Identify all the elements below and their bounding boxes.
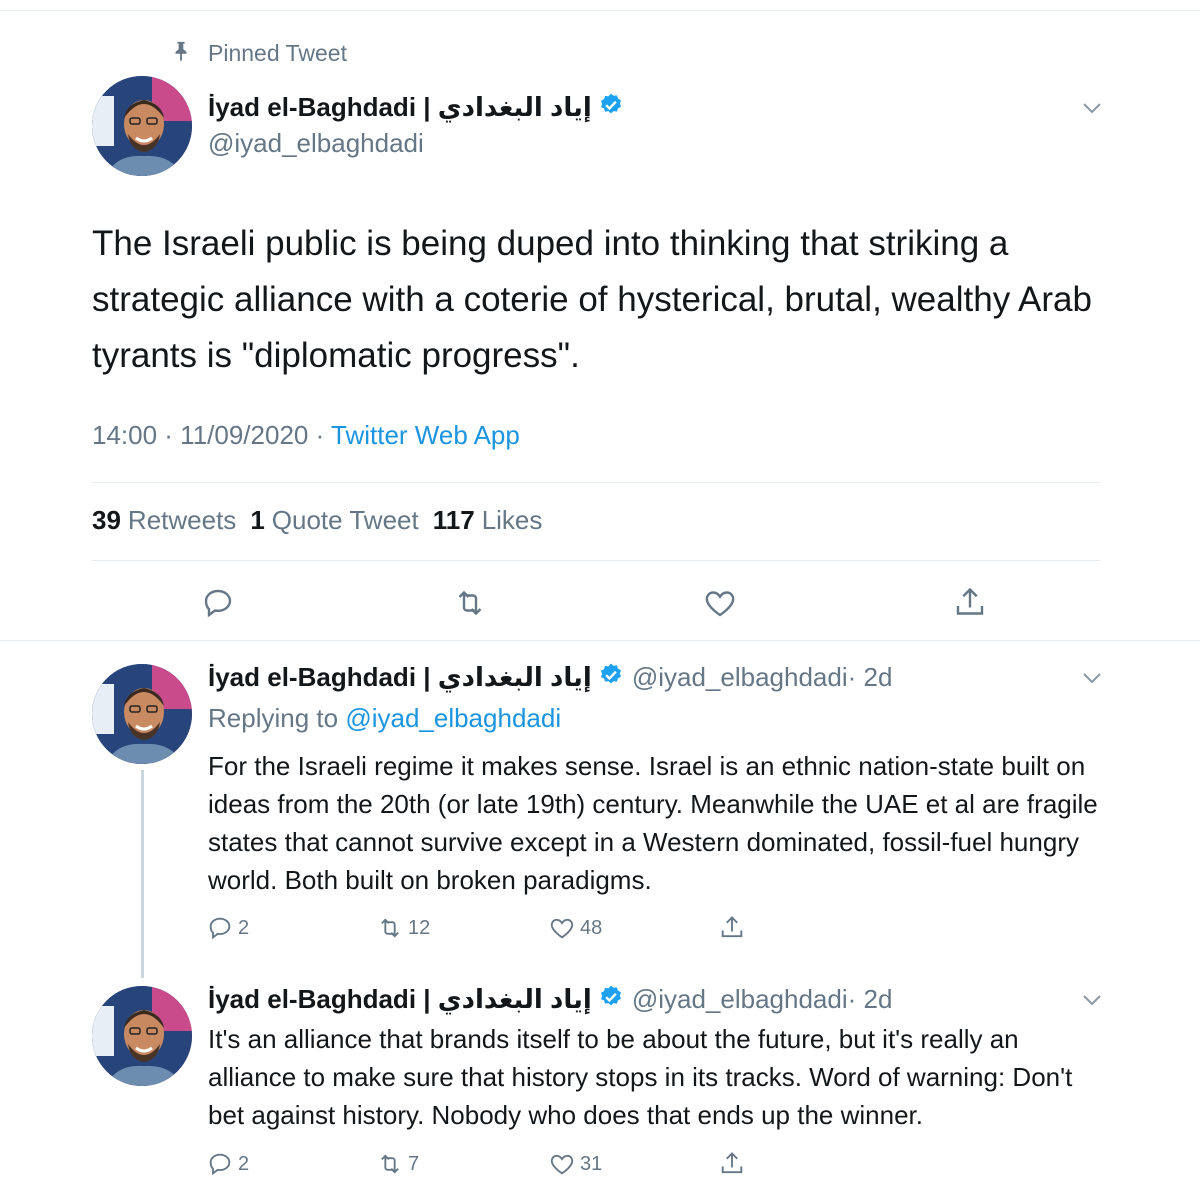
quotes-label: Quote Tweet [271,505,419,535]
author-name[interactable]: İyad el-Baghdadi | إياد البغدادي [208,984,592,1015]
reply-icon [209,1153,231,1176]
heart-icon [550,918,574,939]
quotes-count: 1 [250,505,265,535]
divider [0,640,1200,641]
tweet-age[interactable]: · 2d [848,662,893,693]
like-button[interactable] [702,585,738,621]
divider [92,482,1100,483]
replying-prefix: Replying to [208,703,346,733]
author-handle[interactable]: @iyad_elbaghdadi [632,984,848,1015]
verified-icon [592,92,624,123]
retweet-button[interactable]: 12 [376,914,430,942]
divider [92,560,1100,561]
like-count: 31 [580,1152,603,1175]
share-button[interactable] [952,585,988,621]
avatar[interactable] [92,664,192,764]
chevron-down-icon[interactable] [1080,96,1104,125]
tweet-stats: 39 Retweets 1 Quote Tweet 117 Likes [92,505,542,536]
retweet-count: 7 [408,1152,420,1175]
like-count: 48 [580,916,603,939]
reply-icon [209,917,231,940]
like-button[interactable]: 48 [548,914,602,942]
reply-count: 2 [238,916,250,939]
chevron-down-icon[interactable] [1080,666,1104,695]
retweet-icon [381,1154,399,1174]
share-icon [721,1152,743,1174]
avatar[interactable] [92,986,192,1086]
retweet-button[interactable]: 7 [376,1150,419,1178]
source-link[interactable]: Twitter Web App [331,420,520,450]
likes-stat[interactable]: 117 Likes [433,505,543,536]
quotes-stat[interactable]: 1 Quote Tweet [250,505,418,536]
replying-to-link[interactable]: @iyad_elbaghdadi [345,703,561,733]
retweet-button[interactable] [452,585,488,621]
replying-to: Replying to @iyad_elbaghdadi [208,703,561,734]
retweet-count: 12 [408,916,431,939]
likes-label: Likes [481,505,543,535]
retweets-stat[interactable]: 39 Retweets [92,505,236,536]
heart-icon [705,591,735,617]
reply-button[interactable] [200,585,236,621]
retweets-count: 39 [92,505,121,535]
heart-icon [550,1154,574,1175]
chevron-down-icon[interactable] [1080,988,1104,1017]
author-handle[interactable]: @iyad_elbaghdadi [632,662,848,693]
tweet-text: The Israeli public is being duped into t… [92,224,1092,375]
top-divider [0,10,1200,11]
author-name[interactable]: İyad el-Baghdadi | إياد البغدادي [208,662,592,693]
thread-line [141,770,144,978]
share-icon [956,587,984,615]
avatar[interactable] [92,76,192,176]
timestamp-text[interactable]: 14:00 · 11/09/2020 · [92,420,331,450]
verified-icon [592,984,624,1015]
reply-icon [204,589,232,618]
reply-count: 2 [238,1152,250,1175]
author-row: İyad el-Baghdadi | إياد البغدادي @iyad_e… [208,662,892,693]
pin-icon [170,40,192,67]
author-name[interactable]: İyad el-Baghdadi | إياد البغدادي [208,92,592,123]
reply-button[interactable]: 2 [206,914,249,942]
author-row: İyad el-Baghdadi | إياد البغدادي [208,92,624,123]
share-button[interactable] [718,1150,750,1178]
like-button[interactable]: 31 [548,1150,602,1178]
retweets-label: Retweets [127,505,237,535]
tweet-timestamp: 14:00 · 11/09/2020 · Twitter Web App [92,420,520,451]
retweet-icon [458,590,482,616]
pinned-indicator: Pinned Tweet [170,38,347,68]
likes-count: 117 [432,505,475,535]
reply-button[interactable]: 2 [206,1150,249,1178]
share-icon [721,916,743,938]
author-handle[interactable]: @iyad_elbaghdadi [208,128,424,159]
tweet-text: It's an alliance that brands itself to b… [208,1024,1073,1130]
tweet-text: For the Israeli regime it makes sense. I… [208,751,1098,895]
verified-icon [592,662,624,693]
retweet-icon [381,918,399,938]
tweet-age[interactable]: · 2d [848,984,893,1015]
author-row: İyad el-Baghdadi | إياد البغدادي @iyad_e… [208,984,892,1015]
pinned-label: Pinned Tweet [208,39,347,66]
share-button[interactable] [718,914,750,942]
